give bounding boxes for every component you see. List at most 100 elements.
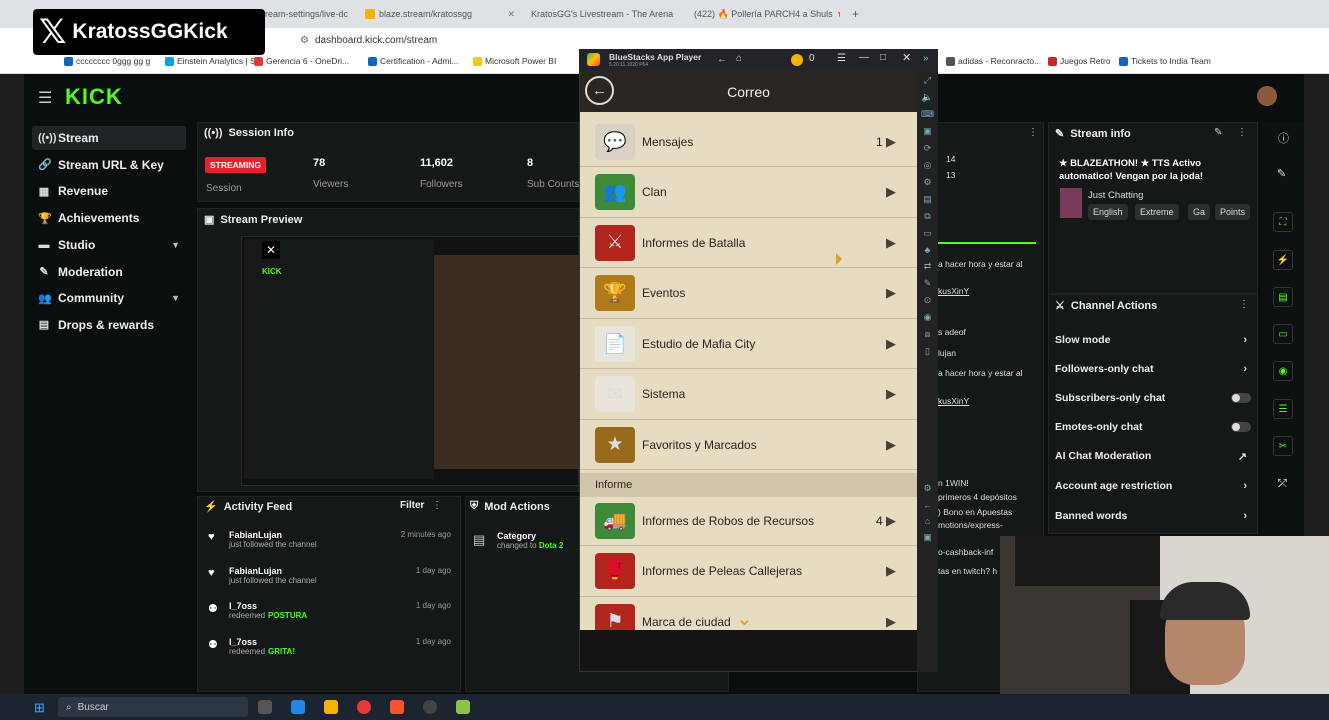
channel-actions-more-icon[interactable]: ⋮ — [1239, 299, 1249, 310]
bs-menu-icon[interactable]: ☰ — [837, 53, 846, 64]
folder-icon[interactable]: ▭ — [923, 228, 932, 239]
bs-close-icon[interactable]: ✕ — [902, 51, 911, 64]
bookmark-item[interactable]: Microsoft Power BI — [473, 56, 556, 66]
sidebar-item-studio[interactable]: ▬ Studio ▼ — [32, 233, 186, 257]
channel-action-followers-only-chat[interactable]: Followers-only chat › — [1055, 359, 1255, 379]
channel-action-subscribers-only-chat[interactable]: Subscribers-only chat — [1055, 388, 1255, 408]
channel-action-ai-chat-moderation[interactable]: AI Chat Moderation ↗ — [1055, 446, 1255, 466]
rotate-icon[interactable]: ⟳ — [924, 143, 932, 154]
chevron-down-icon[interactable]: ▼ — [171, 293, 180, 303]
camera-icon[interactable]: ◉ — [924, 312, 932, 323]
chevron-right-icon[interactable]: › — [1243, 334, 1247, 346]
channel-action-emotes-only-chat[interactable]: Emotes-only chat — [1055, 417, 1255, 437]
layers-tool-icon[interactable]: ☰ — [1273, 399, 1293, 419]
sidebar-item-revenue[interactable]: ▦ Revenue — [32, 179, 186, 203]
obs-icon[interactable] — [423, 700, 437, 714]
mail-row-sistema[interactable]: ✉ Sistema ▶ — [580, 370, 917, 420]
task-view-icon[interactable] — [258, 700, 272, 714]
activity-filter-button[interactable]: Filter — [400, 500, 424, 511]
broadcast-tool-icon[interactable]: ◉ — [1273, 361, 1293, 381]
chrome-icon[interactable] — [357, 700, 371, 714]
lightning-tool-icon[interactable]: ⚡ — [1273, 250, 1293, 270]
wrench-tool-icon[interactable]: ✂ — [1273, 436, 1293, 456]
edge-icon[interactable] — [291, 700, 305, 714]
browser-tab[interactable]: KratosGG's Livestream - The Arena✕ — [527, 4, 677, 24]
eco-icon[interactable]: ♣ — [925, 245, 931, 255]
volume-icon[interactable]: 🔈 — [922, 92, 933, 103]
sidebar-item-moderation[interactable]: ✎ Moderation — [32, 260, 186, 284]
scroll-down-chevron-icon[interactable]: ⌄ — [736, 606, 753, 631]
bookmark-item[interactable]: Tickets to India Team — [1119, 56, 1211, 66]
stream-tag[interactable]: Points — [1215, 204, 1251, 220]
mail-row-eventos[interactable]: 🏆 Eventos ▶ — [580, 269, 917, 319]
share-icon[interactable]: ⤱ — [1278, 478, 1287, 491]
toggle-switch[interactable] — [1231, 422, 1251, 432]
brave-icon[interactable] — [390, 700, 404, 714]
sync-icon[interactable]: ⇄ — [924, 261, 932, 272]
mail-row-mensajes[interactable]: 💬 Mensajes 1 ▶ — [580, 117, 917, 167]
browser-tab[interactable]: (422) 🔥 Pollería PARCH4 a Shuls 🍗✕ — [690, 4, 840, 24]
sidebar-item-stream[interactable]: ((•)) Stream — [32, 126, 186, 150]
bookmark-item[interactable]: Juegos Retro — [1048, 56, 1111, 66]
sidebar-item-achievements[interactable]: 🏆 Achievements — [32, 206, 186, 230]
browser-tab[interactable]: blaze.stream/kratossgg ✕ — [365, 4, 515, 24]
android-back-icon[interactable]: ← — [923, 500, 932, 510]
kick-logo[interactable]: KICK — [65, 84, 123, 110]
stream-preview-video[interactable]: KICK ✕ — [241, 236, 580, 486]
macro-icon[interactable]: ⚙ — [923, 177, 931, 188]
tab-close-icon[interactable]: ✕ — [507, 9, 515, 20]
start-icon[interactable]: ⊞ — [34, 700, 45, 716]
screenshot-icon[interactable]: ⧉ — [924, 211, 930, 222]
document-tool-icon[interactable]: ▤ — [1273, 287, 1293, 307]
chat-tool-icon[interactable]: ▭ — [1273, 324, 1293, 344]
stream-tag[interactable]: Extreme — [1135, 204, 1179, 220]
mail-row-estudio-de-mafia-city[interactable]: 📄 Estudio de Mafia City ▶ — [580, 319, 917, 369]
mail-row-informes-de-peleas-callejeras[interactable]: 🥊 Informes de Peleas Callejeras ▶ — [580, 547, 917, 597]
expand-icon[interactable]: ⤢ — [924, 75, 931, 86]
keyboard-icon[interactable]: ⌨ — [921, 109, 934, 120]
bluestacks-taskbar-icon[interactable] — [456, 700, 470, 714]
menu-icon[interactable]: ☰ — [38, 88, 52, 108]
stream-info-more-icon[interactable]: ⋮ — [1237, 127, 1247, 138]
chevron-down-icon[interactable]: ▼ — [171, 240, 180, 250]
multi-instance-icon[interactable]: ⧈ — [925, 329, 931, 340]
info-icon[interactable]: ⓘ — [1278, 130, 1289, 146]
stream-tag[interactable]: Ga — [1188, 204, 1211, 220]
location-icon[interactable]: ⊙ — [924, 295, 932, 306]
url-field[interactable]: ⚙ dashboard.kick.com/stream — [300, 31, 580, 49]
channel-action-account-age-restriction[interactable]: Account age restriction › — [1055, 476, 1255, 496]
settings-icon[interactable]: ⚙ — [923, 483, 931, 494]
android-home-icon[interactable]: ⌂ — [925, 516, 930, 526]
bookmark-item[interactable]: adidas - Reconracto... — [946, 56, 1041, 66]
chevron-right-icon[interactable]: › — [1243, 480, 1247, 492]
new-tab-button[interactable]: + — [852, 4, 859, 24]
external-link-icon[interactable]: ↗ — [1238, 450, 1247, 463]
more-options-icon[interactable]: ⋮ — [432, 500, 442, 511]
file-explorer-icon[interactable] — [324, 700, 338, 714]
edit-icon[interactable]: ✎ — [1214, 127, 1222, 138]
fullscreen-tool-icon[interactable]: ⛶ — [1273, 212, 1293, 232]
target-icon[interactable]: ◎ — [924, 160, 932, 171]
bookmark-item[interactable]: Certification - Admi... — [368, 56, 458, 66]
mail-row-favoritos-y-marcados[interactable]: ★ Favoritos y Marcados ▶ — [580, 420, 917, 470]
back-arrow-icon[interactable]: ← — [717, 54, 727, 65]
user-avatar[interactable] — [1257, 86, 1277, 106]
chevron-right-icon[interactable]: › — [1243, 510, 1247, 522]
mail-row-clan[interactable]: 👥 Clan ▶ — [580, 168, 917, 218]
apk-icon[interactable]: ▤ — [923, 194, 932, 205]
copy-icon[interactable]: ▯ — [925, 346, 930, 357]
sidebar-item-drops-rewards[interactable]: ▤ Drops & rewards — [32, 313, 186, 337]
bookmark-item[interactable]: cccccccc 0ggg gg g — [64, 56, 150, 66]
sidebar-item-community[interactable]: 👥 Community ▼ — [32, 286, 186, 310]
sidebar-item-stream-url-key[interactable]: 🔗 Stream URL & Key — [32, 153, 186, 177]
channel-action-slow-mode[interactable]: Slow mode › — [1055, 330, 1255, 350]
android-recent-icon[interactable]: ▣ — [923, 532, 932, 543]
taskbar-search[interactable]: ⌕ Buscar — [58, 697, 248, 717]
stream-tag[interactable]: English — [1088, 204, 1128, 220]
bs-sidebar-toggle-icon[interactable]: » — [923, 53, 929, 64]
shake-icon[interactable]: ✎ — [924, 278, 932, 289]
chat-more-icon[interactable]: ⋮ — [1028, 127, 1038, 138]
toggle-switch[interactable] — [1231, 393, 1251, 403]
bookmark-item[interactable]: Gerencia 6 - OneDri... — [254, 56, 349, 66]
mail-back-button[interactable]: ← — [585, 76, 614, 105]
